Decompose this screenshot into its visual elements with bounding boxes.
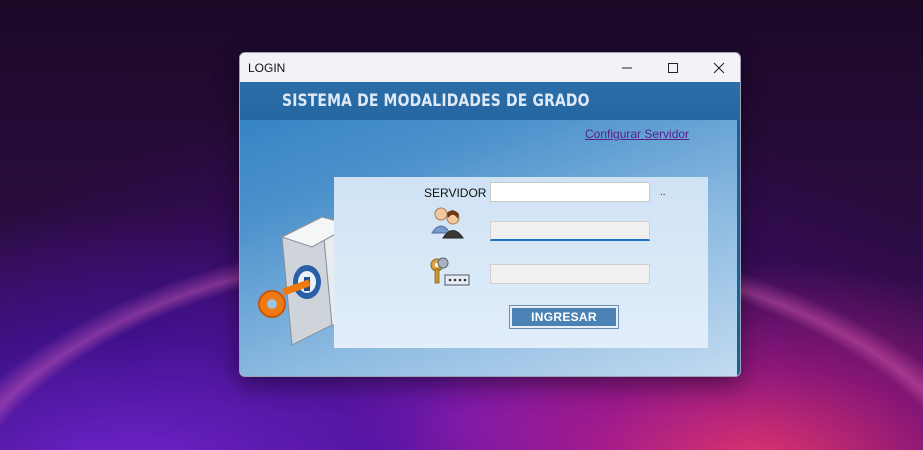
servidor-label: SERVIDOR <box>424 186 487 200</box>
username-input[interactable] <box>490 221 650 241</box>
minimize-icon <box>622 67 632 68</box>
users-icon <box>431 207 464 239</box>
minimize-button[interactable] <box>604 53 650 82</box>
password-input[interactable] <box>490 264 650 284</box>
close-icon <box>713 62 725 73</box>
login-window: LOGIN SISTEMA DE MODALIDADES DE GRADO Co… <box>239 52 741 377</box>
servidor-input[interactable] <box>490 182 650 202</box>
window-title: LOGIN <box>248 61 286 75</box>
maximize-icon <box>668 62 678 73</box>
maximize-button[interactable] <box>650 53 696 82</box>
credentials-panel: SERVIDOR .. INGRESAR <box>334 177 708 348</box>
keys-icon <box>430 257 470 286</box>
close-button[interactable] <box>696 53 740 82</box>
login-form-area: SISTEMA DE MODALIDADES DE GRADO Configur… <box>240 82 740 376</box>
ingresar-button[interactable]: INGRESAR <box>509 305 619 329</box>
header-banner: SISTEMA DE MODALIDADES DE GRADO <box>240 82 740 120</box>
configure-server-link[interactable]: Configurar Servidor <box>585 127 689 141</box>
servidor-suffix: .. <box>660 187 666 198</box>
title-bar[interactable]: LOGIN <box>240 53 740 82</box>
system-title: SISTEMA DE MODALIDADES DE GRADO <box>282 91 590 111</box>
